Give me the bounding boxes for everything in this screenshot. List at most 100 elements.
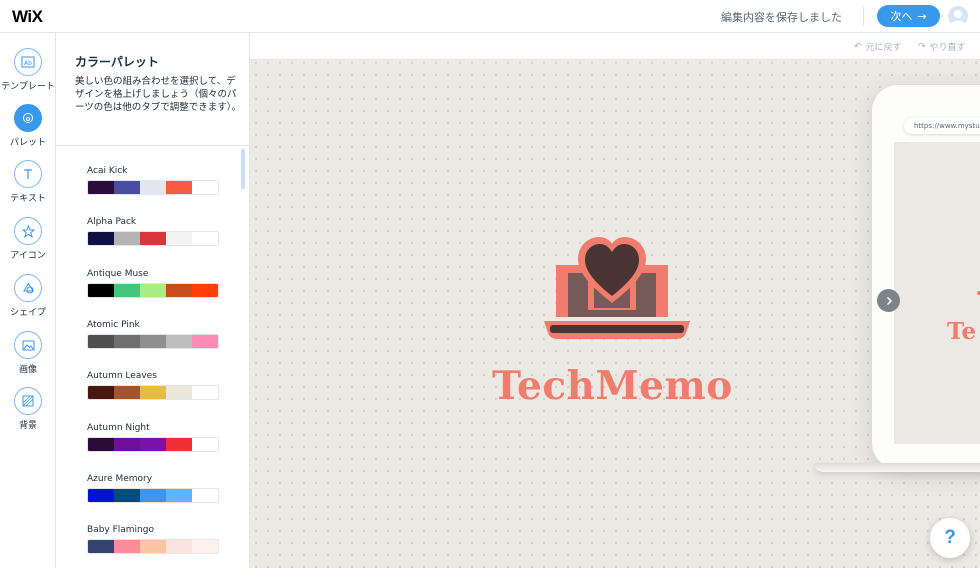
laptop-heart-logo[interactable] [542,221,692,357]
color-swatch [192,540,218,554]
scrollbar[interactable] [241,149,245,189]
divider [56,145,249,146]
background-icon [14,387,42,415]
color-swatch [166,488,192,502]
palette-swatches [87,231,219,247]
svg-text:Ab: Ab [24,60,32,67]
divider [863,7,864,26]
palette-name: Azure Memory [87,473,153,484]
color-swatch [140,232,166,246]
device-brand-text: Te [947,318,977,345]
rail-label: テキスト [10,194,46,204]
color-swatch [192,437,218,451]
color-swatch [192,334,218,348]
rail-item-icons[interactable]: アイコン [0,217,56,261]
color-swatch [140,386,166,400]
redo-button[interactable]: ↷ やり直す [918,40,966,54]
device-screen [894,142,980,444]
palette-option[interactable]: Baby Flamingo [87,525,219,555]
panel-description: 美しい色の組み合わせを選択して、デザインを格上げしましょう（個々のパーツの色は他… [75,76,242,113]
color-swatch [114,181,140,194]
arrow-right-icon: → [917,9,927,23]
redo-label: やり直す [929,43,966,53]
color-swatch [114,283,140,297]
color-swatch [140,540,166,554]
help-button[interactable]: ? [930,518,970,558]
color-swatch [140,437,166,451]
palette-icon [14,104,42,132]
palette-option[interactable]: Azure Memory [87,474,219,503]
palette-option[interactable]: Autumn Leaves [87,371,219,401]
color-swatch [166,181,192,194]
redo-icon: ↷ [918,41,926,52]
palette-option[interactable]: Atomic Pink [87,320,219,349]
top-bar: WiX 編集内容を保存しました 次へ → [0,0,980,33]
color-swatch [88,334,114,348]
palette-swatches [87,333,219,349]
rail-item-template[interactable]: Ab テンプレート [0,48,56,92]
color-swatch [192,232,218,246]
color-swatch [166,540,192,554]
color-swatch [114,232,140,246]
color-swatch [140,488,166,502]
undo-icon: ↶ [854,41,862,52]
next-preview-button[interactable] [877,289,900,312]
rail-label: アイコン [10,251,46,261]
color-swatch [140,181,166,194]
color-swatch [114,540,140,554]
undo-button[interactable]: ↶ 元に戻す [854,40,902,54]
wix-logo[interactable]: WiX [12,7,43,27]
panel-title: カラーパレット [75,55,159,69]
rail-item-text[interactable]: テキスト [0,160,56,204]
rail-label: パレット [9,138,46,148]
color-swatch [140,283,166,297]
undo-label: 元に戻す [865,43,902,53]
left-rail: Ab テンプレート パレット テキスト アイコン シェイプ 画像 背景 [0,33,56,568]
brand-text[interactable]: TechMemo [492,363,733,409]
palette-name: Antique Muse [87,268,149,279]
color-swatch [88,437,114,451]
palette-name: Acai Kick [87,166,128,176]
rail-item-shapes[interactable]: シェイプ [0,274,56,318]
palette-swatches [87,385,219,401]
rail-item-background[interactable]: 背景 [0,387,56,431]
palette-option[interactable]: Alpha Pack [87,217,219,247]
color-swatch [114,334,140,348]
palette-option[interactable]: Autumn Night [87,423,219,452]
color-swatch [114,386,140,400]
save-status: 編集内容を保存しました [721,11,842,24]
template-icon: Ab [14,48,42,76]
rail-label: 画像 [18,365,37,375]
color-swatch [88,283,114,297]
text-icon [14,160,42,188]
color-swatch [166,437,192,451]
color-swatch [192,283,218,297]
color-swatch [88,488,114,502]
chevron-right-icon [886,296,892,305]
canvas-area[interactable]: ↶ 元に戻す ↷ やり直す TechMemo https://www.mystu… [250,33,980,568]
color-swatch [166,386,192,400]
avatar[interactable] [948,6,968,26]
palette-swatches [87,539,219,555]
next-button[interactable]: 次へ → [877,5,940,27]
image-icon [14,331,42,359]
palette-option[interactable]: Antique Muse [87,269,219,298]
palette-name: Alpha Pack [87,217,137,228]
color-swatch [166,232,192,246]
palette-name: Atomic Pink [87,319,140,330]
palette-panel: カラーパレット 美しい色の組み合わせを選択して、デザインを格上げしましょう（個々… [56,33,250,568]
palette-option[interactable]: Acai Kick [87,166,219,195]
color-swatch [114,488,140,502]
canvas-toolbar: ↶ 元に戻す ↷ やり直す [250,33,980,60]
palette-swatches [87,436,219,452]
rail-item-images[interactable]: 画像 [0,331,56,375]
rail-label: 背景 [18,421,37,431]
star-icon [14,217,42,245]
next-button-label: 次へ [890,10,913,23]
rail-label: テンプレート [1,82,55,92]
color-swatch [192,386,218,400]
palette-name: Baby Flamingo [87,525,154,536]
color-swatch [166,334,192,348]
rail-item-palette[interactable]: パレット [0,104,56,148]
color-swatch [166,283,192,297]
